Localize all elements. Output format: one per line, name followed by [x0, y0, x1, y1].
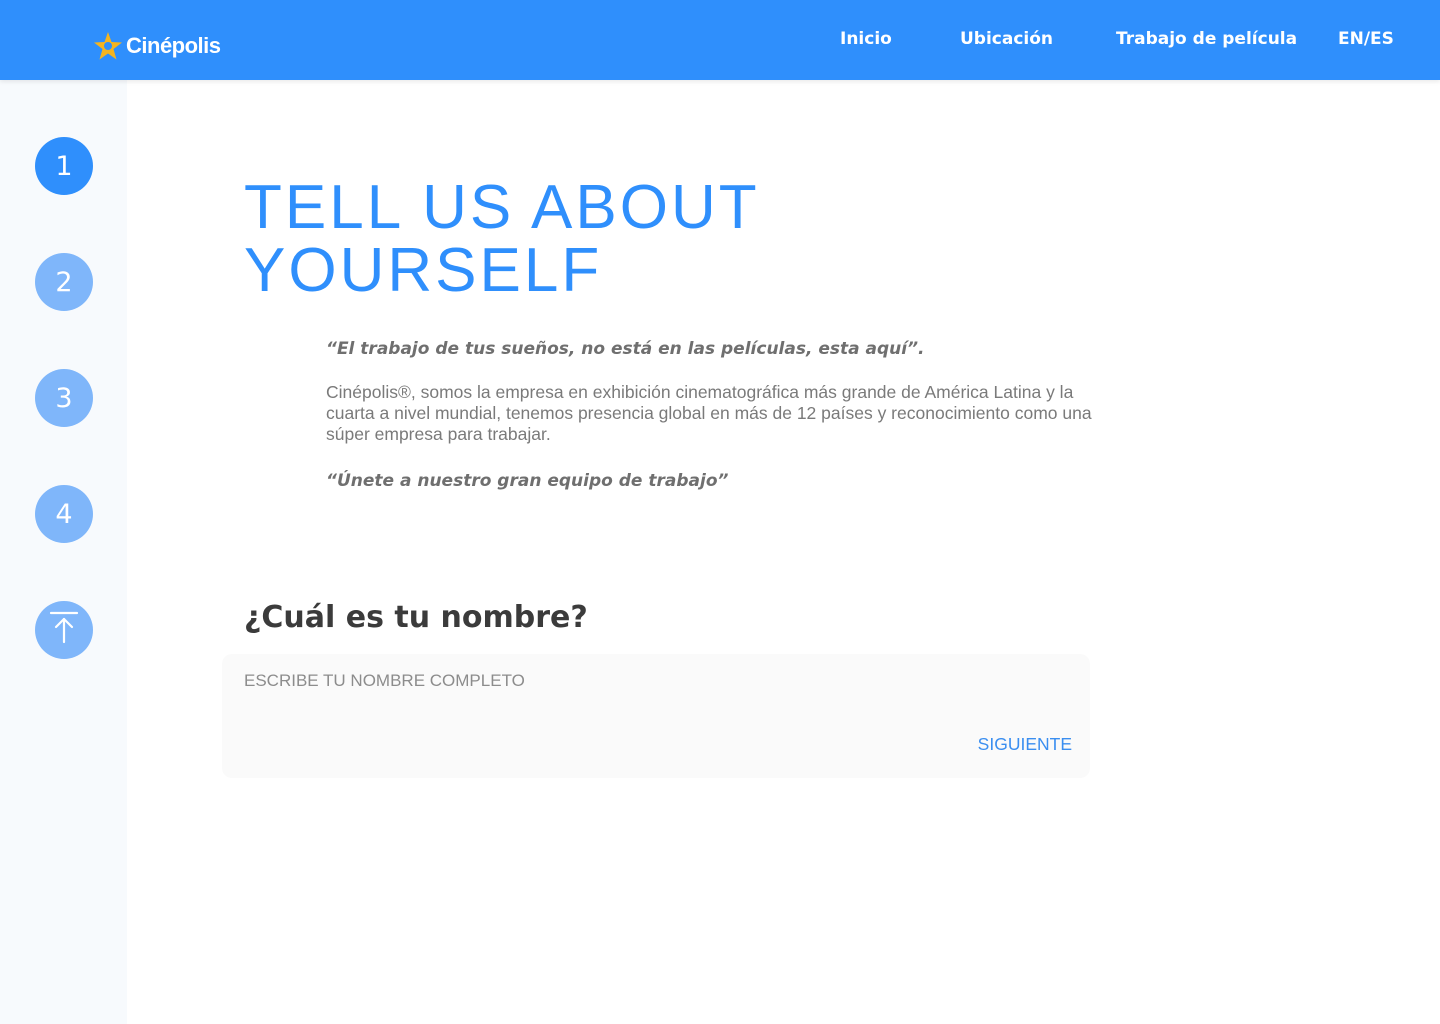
name-question: ¿Cuál es tu nombre? [244, 600, 588, 635]
steps-sidebar: 1 2 3 4 [0, 80, 127, 1024]
name-form-card: SIGUIENTE [222, 654, 1090, 778]
company-intro: Cinépolis®, somos la empresa en exhibici… [326, 382, 1092, 444]
nav-link-trabajo[interactable]: Trabajo de película [1116, 29, 1297, 49]
upload-icon [49, 610, 79, 651]
dream-job-quote: “El trabajo de tus sueños, no está en la… [326, 339, 925, 359]
step-4-button[interactable]: 4 [35, 485, 93, 543]
language-toggle[interactable]: EN/ES [1338, 29, 1394, 49]
nav-link-inicio[interactable]: Inicio [840, 29, 892, 49]
star-logo-icon [92, 30, 124, 62]
page-title: TELL US ABOUT YOURSELF [244, 176, 944, 302]
brand-name: Cinépolis [126, 33, 221, 58]
next-button[interactable]: SIGUIENTE [978, 734, 1072, 755]
full-name-input[interactable] [244, 668, 1064, 694]
step-3-button[interactable]: 3 [35, 369, 93, 427]
nav-link-ubicacion[interactable]: Ubicación [960, 29, 1053, 49]
page-title-line-2: YOURSELF [244, 236, 603, 305]
upload-step-button[interactable] [35, 601, 93, 659]
cinepolis-logo[interactable]: Cinépolis [92, 30, 221, 62]
step-2-button[interactable]: 2 [35, 253, 93, 311]
top-navigation-bar: Cinépolis Inicio Ubicación Trabajo de pe… [0, 0, 1440, 80]
page-title-line-1: TELL US ABOUT [244, 173, 760, 242]
join-team-quote: “Únete a nuestro gran equipo de trabajo” [326, 471, 729, 491]
step-1-button[interactable]: 1 [35, 137, 93, 195]
